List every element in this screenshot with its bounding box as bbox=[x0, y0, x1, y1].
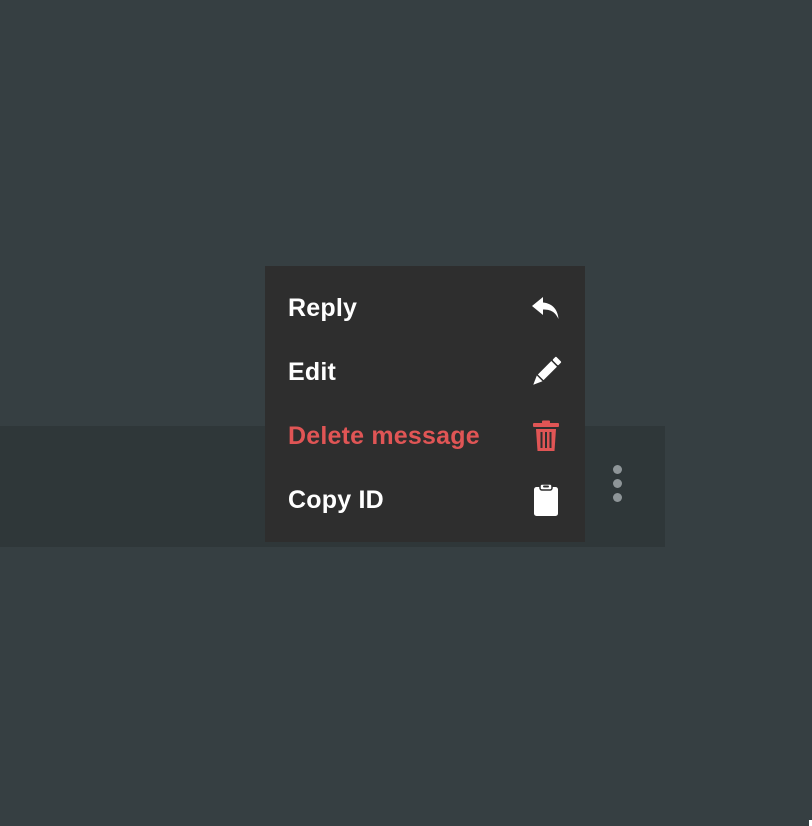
menu-item-edit[interactable]: Edit bbox=[265, 340, 585, 404]
menu-item-delete-message[interactable]: Delete message bbox=[265, 404, 585, 468]
reply-icon bbox=[529, 291, 563, 325]
menu-item-copy-id[interactable]: Copy ID bbox=[265, 468, 585, 532]
menu-item-label: Delete message bbox=[288, 421, 480, 450]
vertical-ellipsis-icon bbox=[612, 478, 622, 488]
menu-item-label: Reply bbox=[288, 293, 358, 322]
vertical-ellipsis-icon bbox=[612, 492, 622, 502]
vertical-ellipsis-icon bbox=[612, 464, 622, 474]
message-options-button[interactable] bbox=[604, 458, 630, 508]
menu-item-label: Copy ID bbox=[288, 485, 384, 514]
message-context-menu: Reply Edit Delete message Copy ID bbox=[265, 266, 585, 542]
menu-item-reply[interactable]: Reply bbox=[265, 276, 585, 340]
clipboard-icon bbox=[529, 483, 563, 517]
menu-item-label: Edit bbox=[288, 357, 337, 386]
pencil-icon bbox=[529, 355, 563, 389]
trash-icon bbox=[529, 419, 563, 453]
